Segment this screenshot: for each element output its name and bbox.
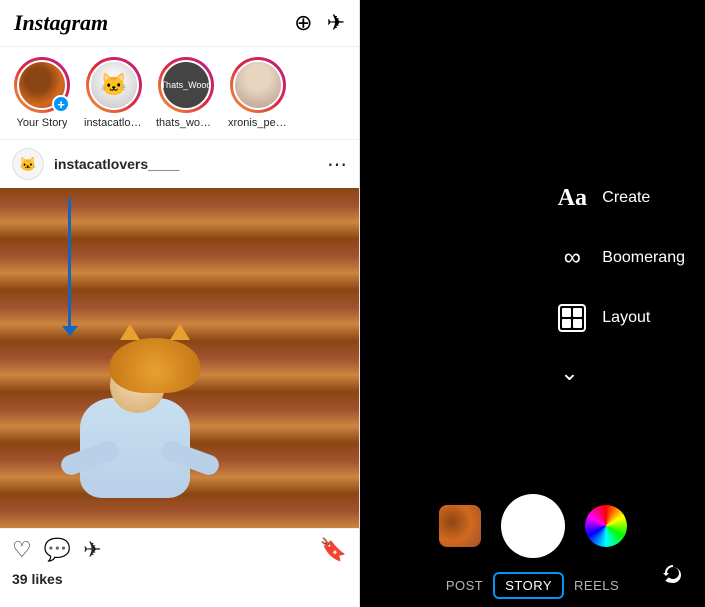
story-ring-3: Thats_Wood	[158, 57, 214, 113]
app-header: Instagram ⊕ ✈	[0, 0, 359, 47]
story-ring-2: 🐱	[86, 57, 142, 113]
instagram-feed: Instagram ⊕ ✈ + Your Story	[0, 0, 360, 607]
app-logo: Instagram	[14, 10, 108, 36]
story-label-3: thats_wood_	[156, 117, 216, 129]
create-icon: Aa	[554, 180, 590, 216]
shutter-controls-row	[360, 494, 705, 558]
add-post-icon[interactable]: ⊕	[294, 10, 312, 36]
story-item-xronis[interactable]: xronis_pegk_...	[228, 57, 288, 129]
story-avatar-3: Thats_Wood	[161, 60, 211, 110]
story-avatar-wrap-2: 🐱	[86, 57, 142, 113]
add-story-badge: +	[52, 95, 70, 113]
post-options-icon[interactable]: ⋯	[327, 152, 347, 177]
your-story-item[interactable]: + Your Story	[12, 57, 72, 129]
story-avatar-4	[233, 60, 283, 110]
story-avatar-wrap-3: Thats_Wood	[158, 57, 214, 113]
story-ring-4	[230, 57, 286, 113]
story-avatar-2: 🐱	[89, 60, 139, 110]
comment-icon[interactable]: 💬	[44, 537, 71, 563]
cat-figure	[110, 338, 200, 408]
post-header: 🐱 instacatlovers____ ⋯	[0, 140, 359, 188]
camera-mode-tabs: POST STORY REELS	[360, 572, 705, 599]
story-item-thats-wood[interactable]: Thats_Wood thats_wood_	[156, 57, 216, 129]
story-avatar-wrap-4	[230, 57, 286, 113]
tab-reels[interactable]: REELS	[564, 572, 629, 599]
layout-label: Layout	[602, 309, 650, 327]
camera-flip-button[interactable]	[655, 557, 691, 593]
tab-story[interactable]: STORY	[493, 572, 564, 599]
post-image	[0, 188, 359, 528]
layout-icon-wrap	[554, 300, 590, 336]
tab-post[interactable]: POST	[436, 572, 493, 599]
story-item-instacatlovers[interactable]: 🐱 instacatlovers...	[84, 57, 144, 129]
create-label: Create	[602, 189, 650, 207]
person-avatar-image	[235, 60, 281, 110]
stories-row: + Your Story 🐱 instacatlovers... Thats_W…	[0, 47, 359, 140]
your-story-label: Your Story	[17, 117, 68, 129]
post-actions: ♡ 💬 ✈ 🔖	[0, 528, 359, 571]
your-story-avatar-wrap: +	[14, 57, 70, 113]
header-actions: ⊕ ✈	[294, 10, 345, 36]
camera-options-menu: Aa Create ∞ Boomerang Layout ⌄	[554, 180, 685, 386]
boomerang-label: Boomerang	[602, 249, 685, 267]
post-user-avatar[interactable]: 🐱	[12, 148, 44, 180]
like-icon[interactable]: ♡	[12, 537, 32, 563]
story-label-2: instacatlovers...	[84, 117, 144, 129]
layout-icon	[558, 304, 586, 332]
shutter-button[interactable]	[501, 494, 565, 558]
color-picker-button[interactable]	[585, 505, 627, 547]
share-icon[interactable]: ✈	[83, 537, 101, 563]
direct-messages-icon[interactable]: ✈	[327, 10, 345, 36]
boomerang-option[interactable]: ∞ Boomerang	[554, 240, 685, 276]
camera-bottom-controls: POST STORY REELS	[360, 494, 705, 607]
boomerang-icon: ∞	[554, 240, 590, 276]
wood-avatar-image: Thats_Wood	[161, 60, 211, 110]
create-option[interactable]: Aa Create	[554, 180, 685, 216]
cat-avatar-image: 🐱	[91, 60, 137, 110]
post-username[interactable]: instacatlovers____	[54, 156, 317, 172]
layout-option[interactable]: Layout	[554, 300, 685, 336]
story-label-4: xronis_pegk_...	[228, 117, 288, 129]
likes-count: 39 likes	[0, 571, 359, 595]
gallery-thumbnail[interactable]	[439, 505, 481, 547]
camera-panel: Aa Create ∞ Boomerang Layout ⌄	[360, 0, 705, 607]
chevron-down-icon: ⌄	[560, 360, 578, 385]
bookmark-icon[interactable]: 🔖	[320, 537, 347, 563]
blue-arrow	[68, 198, 71, 328]
more-options-chevron[interactable]: ⌄	[560, 360, 685, 386]
